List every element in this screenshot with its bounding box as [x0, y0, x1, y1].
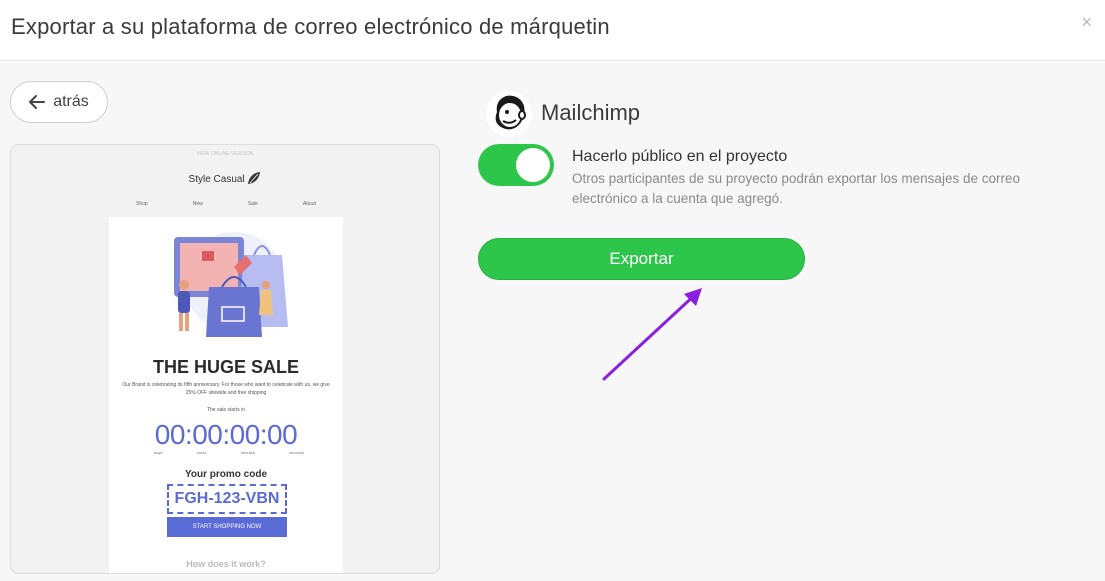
leaf-icon: [248, 172, 261, 184]
public-toggle[interactable]: [478, 144, 554, 186]
back-button[interactable]: atrás: [10, 81, 108, 123]
arrow-left-icon: [29, 95, 46, 109]
export-button[interactable]: Exportar: [478, 238, 805, 280]
modal-body: atrás VIEW ONLINE VERSION Style Casual S…: [0, 62, 1105, 581]
preview-nav-item: Shop: [136, 201, 148, 207]
preview-countdown: 00:00:00:00: [154, 419, 298, 450]
preview-top-link: VIEW ONLINE VERSION: [196, 151, 254, 157]
close-icon[interactable]: ×: [1081, 12, 1092, 32]
preview-starts: The sale starts in: [206, 407, 246, 413]
preview-nav-item: Sale: [247, 201, 258, 207]
countdown-unit: days: [154, 450, 163, 455]
preview-promo-code: FGH-123-VBN: [167, 484, 287, 514]
preview-brand: Style Casual: [11, 171, 439, 185]
toggle-label: Hacerlo público en el proyecto: [572, 148, 788, 165]
toggle-description: Otros participantes de su proyecto podrá…: [572, 171, 1020, 206]
preview-countdown-units: days hours minutes seconds: [154, 450, 304, 455]
countdown-unit: minutes: [240, 450, 255, 455]
countdown-unit: seconds: [289, 450, 304, 455]
preview-headline: THE HUGE SALE: [152, 357, 299, 377]
preview-how-heading: How does it work?: [186, 559, 266, 569]
email-preview: VIEW ONLINE VERSION Style Casual Shop Ne…: [10, 144, 440, 574]
annotation-arrow-icon: [602, 288, 702, 381]
preview-card: THE HUGE SALE Our Brand is celebrating i…: [109, 217, 343, 573]
preview-brand-name: Style Casual: [188, 174, 245, 185]
preview-nav-item: New: [192, 201, 203, 207]
mailchimp-logo: [486, 91, 532, 137]
shopping-illustration: [174, 232, 288, 337]
modal-title: Exportar a su plataforma de correo elect…: [11, 14, 610, 39]
preview-description: Our Brand is celebrating its fifth anniv…: [122, 382, 330, 396]
preview-nav-item: About: [302, 201, 316, 207]
preview-shop-button: START SHOPPING NOW: [167, 517, 287, 537]
provider-name: Mailchimp: [541, 100, 641, 125]
countdown-unit: hours: [196, 450, 207, 455]
back-label: atrás: [53, 93, 89, 110]
toggle-knob: [516, 148, 550, 182]
preview-promo-label: Your promo code: [184, 469, 268, 480]
preview-nav: Shop New Sale About: [136, 201, 316, 207]
modal-header: Exportar a su plataforma de correo elect…: [0, 0, 1105, 61]
